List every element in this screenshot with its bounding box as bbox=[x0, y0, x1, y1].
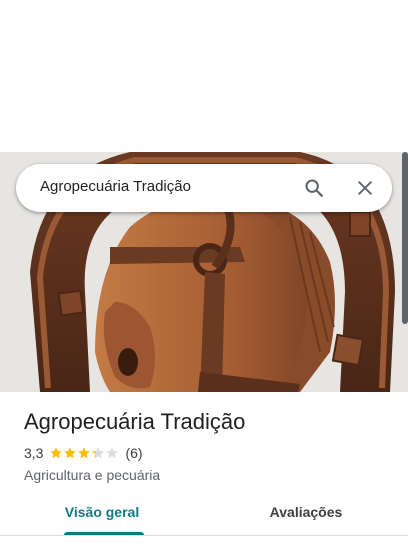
tab-overview[interactable]: Visão geral bbox=[0, 492, 204, 536]
search-input[interactable]: Agropecuária Tradição bbox=[40, 178, 191, 195]
place-info: Agropecuária Tradição 3,3 (6) Agricultur… bbox=[24, 408, 384, 483]
place-title: Agropecuária Tradição bbox=[24, 409, 246, 434]
search-icon bbox=[305, 179, 323, 197]
star-icon bbox=[78, 447, 91, 459]
search-button[interactable] bbox=[298, 172, 330, 204]
tab-overview-label: Visão geral bbox=[64, 504, 140, 520]
star-icon bbox=[50, 447, 63, 459]
tab-reviews[interactable]: Avaliações bbox=[204, 492, 408, 536]
rating-stars bbox=[49, 446, 119, 460]
star-icon bbox=[64, 447, 77, 459]
scrollbar[interactable] bbox=[402, 152, 408, 324]
top-blank-area bbox=[0, 0, 408, 152]
divider bbox=[0, 535, 408, 536]
place-category[interactable]: Agricultura e pecuária bbox=[24, 467, 384, 483]
reviews-count[interactable]: (6) bbox=[125, 445, 142, 461]
close-button[interactable] bbox=[349, 172, 381, 204]
rating-row[interactable]: 3,3 (6) bbox=[24, 444, 384, 462]
tab-bar: Visão geral Avaliações bbox=[0, 492, 408, 536]
rating-value: 3,3 bbox=[24, 445, 44, 461]
close-icon bbox=[358, 181, 372, 195]
star-icon bbox=[106, 447, 119, 459]
tab-reviews-label: Avaliações bbox=[269, 504, 343, 520]
star-icon bbox=[92, 447, 105, 459]
search-box[interactable]: Agropecuária Tradição bbox=[16, 164, 392, 212]
